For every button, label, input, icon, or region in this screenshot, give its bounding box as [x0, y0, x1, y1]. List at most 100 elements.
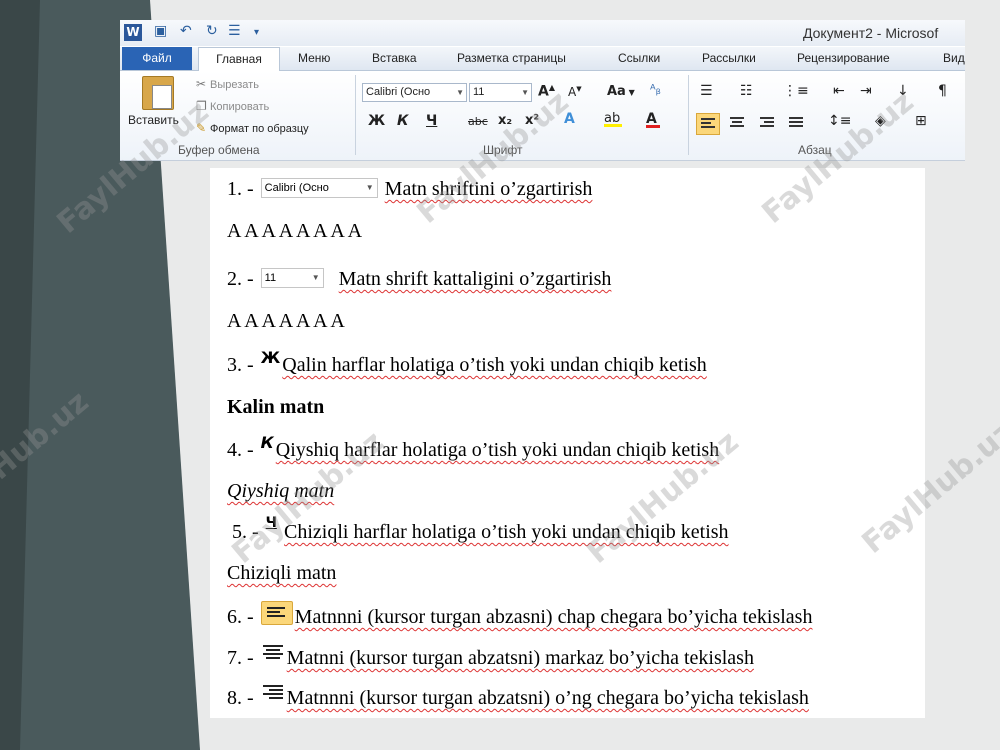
align-line [732, 121, 742, 123]
tab-mailings[interactable]: Рассылки [702, 51, 756, 65]
item-number: 2. - [227, 268, 254, 290]
chevron-down-icon: ▼ [521, 88, 529, 97]
bold-button[interactable]: Ж [368, 113, 385, 129]
sample-line: A A A A A A A [227, 310, 345, 332]
line-spacing-icon[interactable]: ↕≡ [828, 113, 851, 129]
redo-icon[interactable]: ↻ [206, 23, 218, 39]
align-line [262, 645, 283, 647]
item-number: 3. - [227, 354, 254, 376]
align-line [730, 117, 744, 119]
tab-review[interactable]: Рецензирование [797, 51, 890, 65]
font-name-value: Calibri (Осно [264, 182, 329, 194]
increase-indent-icon[interactable]: ⇥ [860, 83, 872, 99]
decrease-indent-icon[interactable]: ⇤ [833, 83, 845, 99]
align-line [701, 126, 715, 128]
item-number: 4. - [227, 439, 254, 461]
tab-file[interactable]: Файл [122, 47, 192, 70]
ribbon-tabs: Файл Главная Меню Вставка Разметка стран… [120, 47, 965, 71]
align-line [266, 607, 285, 609]
undo-icon[interactable]: ↶ [180, 23, 192, 39]
align-line [764, 121, 774, 123]
tab-page-layout[interactable]: Разметка страницы [457, 51, 566, 65]
cut-button[interactable]: ✂ Вырезать [196, 77, 259, 91]
align-center-button[interactable] [726, 113, 748, 133]
word-app-icon[interactable]: W [124, 24, 142, 41]
item-number: 5. - [232, 521, 259, 543]
numbering-icon[interactable]: ☷ [740, 83, 753, 99]
tab-menu[interactable]: Меню [298, 51, 330, 65]
list-icon[interactable]: ☰ [228, 23, 241, 39]
customize-icon[interactable]: ▾ [254, 27, 259, 38]
list-item: 6. - Matnnni (kursor turgan abzasni) cha… [227, 601, 813, 630]
paste-button[interactable]: Вставить [128, 113, 179, 127]
paragraph-group-label: Абзац [798, 143, 832, 157]
item-text: Chiziqli harflar holatiga o’tish yoki un… [284, 521, 729, 543]
align-line [265, 649, 280, 651]
underline-icon: Ч [265, 515, 277, 531]
align-right-button[interactable] [756, 113, 778, 133]
save-icon[interactable]: ▣ [154, 23, 167, 39]
align-line [789, 121, 803, 123]
copy-label: Копировать [210, 101, 270, 113]
align-line [262, 693, 283, 695]
bold-icon: Ж [260, 348, 281, 367]
font-size-combo[interactable]: 11 ▼ [469, 83, 532, 102]
item-text: Qalin harflar holatiga o’tish yoki undan… [282, 354, 707, 376]
align-left-button[interactable] [696, 113, 720, 135]
align-line [262, 685, 283, 687]
subscript-button[interactable]: x₂ [498, 113, 512, 128]
tab-references[interactable]: Ссылки [618, 51, 660, 65]
clipboard-group-label: Буфер обмена [178, 143, 260, 157]
sample-underline-text: Chiziqli matn [227, 562, 336, 585]
item-text: Matnnni (kursor turgan abzasni) chap che… [294, 606, 813, 628]
text-effects-icon[interactable]: A [564, 111, 575, 127]
tab-home[interactable]: Главная [198, 47, 280, 71]
highlight-color-icon[interactable]: ab [604, 111, 622, 127]
format-painter-label: Формат по образцу [210, 123, 309, 135]
tab-view[interactable]: Вид [943, 51, 965, 65]
align-line [760, 125, 774, 127]
shading-icon[interactable]: ◈ [875, 113, 886, 129]
chevron-down-icon: ▼ [456, 88, 464, 97]
scissors-icon: ✂ [196, 77, 207, 91]
font-color-icon[interactable]: A [646, 111, 660, 128]
document-page: 1. - Calibri (Осно ▼ Matn shriftini o’zga… [210, 168, 925, 718]
item-text: Matn shrift kattaligini o’zgartirish [338, 268, 612, 290]
cut-label: Вырезать [210, 79, 259, 91]
align-line [730, 125, 744, 127]
copy-button[interactable]: ❐ Копировать [196, 99, 269, 113]
bullets-icon[interactable]: ☰ [700, 83, 713, 99]
sort-icon[interactable]: ↓ [897, 83, 909, 99]
format-painter-button[interactable]: ✎ Формат по образцу [196, 121, 309, 135]
list-item: 8. - Matnnni (kursor turgan abzatsni) o’… [227, 685, 809, 710]
align-left-icon [260, 601, 293, 625]
font-size-combo-image: 11 ▼ [260, 268, 324, 288]
italic-icon: К [260, 433, 274, 452]
list-item: 4. - К Qiyshiq harflar holatiga o’tish yo… [227, 433, 719, 462]
paste-icon[interactable] [142, 76, 174, 110]
font-name-value: Calibri (Осно [366, 86, 431, 98]
clear-format-icon[interactable]: ᴬᵦ [650, 83, 661, 98]
list-item: 2. - 11 ▼ Matn shrift kattaligini o’zgart… [227, 268, 611, 291]
font-name-combo-image: Calibri (Осно ▼ [260, 178, 378, 198]
list-item: 1. - Calibri (Осно ▼ Matn shriftini o’zga… [227, 178, 592, 201]
multilevel-list-icon[interactable]: ⋮≡ [783, 83, 809, 99]
shrink-font-icon[interactable]: A▼ [568, 85, 582, 99]
item-number: 8. - [227, 687, 254, 709]
underline-button[interactable]: Ч [426, 113, 437, 129]
strikethrough-button[interactable]: abc [468, 115, 488, 128]
change-case-button[interactable]: Aa ▼ [607, 84, 635, 99]
align-line [266, 615, 285, 617]
sample-italic-label: Qiyshiq matn [227, 480, 335, 502]
item-text: Matnni (kursor turgan abzatsni) markaz b… [286, 647, 754, 669]
font-name-combo[interactable]: Calibri (Осно ▼ [362, 83, 467, 102]
show-formatting-button[interactable]: ¶ [938, 83, 947, 99]
grow-font-icon[interactable]: A▲ [538, 83, 555, 100]
tab-insert[interactable]: Вставка [372, 51, 417, 65]
superscript-button[interactable]: x² [525, 113, 539, 128]
list-item: 3. - Ж Qalin harflar holatiga o’tish yoki… [227, 348, 707, 377]
justify-button[interactable] [785, 113, 807, 133]
borders-icon[interactable]: ⊞ [915, 113, 927, 129]
quick-access-toolbar: W ▣ ↶ ↻ ☰ ▾ Документ2 - Microsof [120, 20, 965, 46]
italic-button[interactable]: К [397, 113, 408, 129]
